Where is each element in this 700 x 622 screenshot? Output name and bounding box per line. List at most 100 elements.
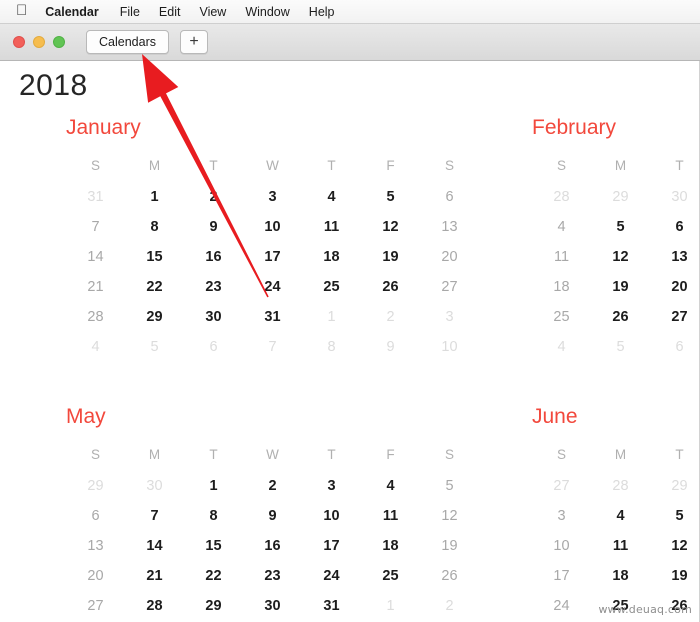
day-cell[interactable]: 31 xyxy=(243,302,302,332)
day-cell[interactable]: 14 xyxy=(125,531,184,561)
day-cell[interactable]: 30 xyxy=(243,591,302,621)
menu-item-edit[interactable]: Edit xyxy=(159,5,181,19)
day-cell[interactable]: 13 xyxy=(66,531,125,561)
day-cell[interactable]: 7 xyxy=(66,212,125,242)
day-cell[interactable]: 5 xyxy=(361,182,420,212)
day-cell[interactable]: 20 xyxy=(420,242,479,272)
day-cell[interactable]: 2 xyxy=(243,471,302,501)
day-cell[interactable]: 31 xyxy=(66,182,125,212)
day-cell[interactable]: 10 xyxy=(532,531,591,561)
day-cell[interactable]: 28 xyxy=(66,302,125,332)
day-cell[interactable]: 9 xyxy=(243,501,302,531)
day-cell[interactable]: 24 xyxy=(532,591,591,621)
day-cell[interactable]: 4 xyxy=(66,332,125,362)
day-cell[interactable]: 10 xyxy=(302,501,361,531)
day-cell[interactable]: 3 xyxy=(302,471,361,501)
day-cell[interactable]: 1 xyxy=(361,591,420,621)
day-cell[interactable]: 5 xyxy=(420,471,479,501)
day-cell[interactable]: 28 xyxy=(532,182,591,212)
day-cell[interactable]: 29 xyxy=(650,471,699,501)
day-cell[interactable]: 30 xyxy=(650,182,699,212)
day-cell[interactable]: 27 xyxy=(650,302,699,332)
day-cell[interactable]: 1 xyxy=(302,302,361,332)
day-cell[interactable]: 11 xyxy=(302,212,361,242)
day-cell[interactable]: 4 xyxy=(302,182,361,212)
day-cell[interactable]: 15 xyxy=(184,531,243,561)
day-cell[interactable]: 17 xyxy=(532,561,591,591)
menu-item-view[interactable]: View xyxy=(199,5,226,19)
month-grid-february[interactable]: SMTWTFS282930311234567891011121314151617… xyxy=(532,152,699,362)
month-grid-may[interactable]: S M T W T F S 29 30 1 2 3 4 5 6 7 8 9 10 11 12 13 14 15 16 17 18 19… xyxy=(66,441,479,621)
day-cell[interactable]: 11 xyxy=(361,501,420,531)
day-cell[interactable]: 2 xyxy=(361,302,420,332)
day-cell[interactable]: 12 xyxy=(361,212,420,242)
day-cell[interactable]: 1 xyxy=(125,182,184,212)
day-cell[interactable]: 1 xyxy=(184,471,243,501)
day-cell[interactable]: 24 xyxy=(302,561,361,591)
day-cell[interactable]: 4 xyxy=(532,212,591,242)
day-cell[interactable]: 14 xyxy=(66,242,125,272)
day-cell[interactable]: 30 xyxy=(184,302,243,332)
day-cell[interactable]: 31 xyxy=(302,591,361,621)
day-cell[interactable]: 21 xyxy=(66,272,125,302)
day-cell[interactable]: 4 xyxy=(532,332,591,362)
day-cell[interactable]: 4 xyxy=(591,501,650,531)
day-cell[interactable]: 30 xyxy=(125,471,184,501)
day-cell[interactable]: 5 xyxy=(591,212,650,242)
day-cell[interactable]: 19 xyxy=(361,242,420,272)
day-cell[interactable]: 19 xyxy=(420,531,479,561)
day-cell[interactable]: 29 xyxy=(66,471,125,501)
day-cell[interactable]: 29 xyxy=(591,182,650,212)
day-cell[interactable]: 20 xyxy=(66,561,125,591)
calendars-button[interactable]: Calendars xyxy=(86,30,169,54)
day-cell[interactable]: 6 xyxy=(66,501,125,531)
day-cell[interactable]: 26 xyxy=(361,272,420,302)
day-cell[interactable]: 3 xyxy=(243,182,302,212)
day-cell[interactable]: 3 xyxy=(532,501,591,531)
day-cell[interactable]: 7 xyxy=(125,501,184,531)
day-cell[interactable]: 27 xyxy=(420,272,479,302)
day-cell[interactable]: 17 xyxy=(302,531,361,561)
day-cell[interactable]: 6 xyxy=(420,182,479,212)
month-title-june[interactable]: June xyxy=(532,405,578,429)
day-cell[interactable]: 13 xyxy=(650,242,699,272)
day-cell[interactable]: 19 xyxy=(650,561,699,591)
day-cell[interactable]: 8 xyxy=(302,332,361,362)
day-cell[interactable]: 20 xyxy=(650,272,699,302)
day-cell[interactable]: 21 xyxy=(125,561,184,591)
day-cell[interactable]: 9 xyxy=(184,212,243,242)
day-cell[interactable]: 25 xyxy=(302,272,361,302)
day-cell[interactable]: 6 xyxy=(184,332,243,362)
day-cell[interactable]: 18 xyxy=(302,242,361,272)
day-cell[interactable]: 27 xyxy=(66,591,125,621)
day-cell[interactable]: 2 xyxy=(420,591,479,621)
day-cell[interactable]: 23 xyxy=(184,272,243,302)
day-cell[interactable]: 29 xyxy=(125,302,184,332)
day-cell[interactable]: 17 xyxy=(243,242,302,272)
day-cell[interactable]: 24 xyxy=(243,272,302,302)
day-cell[interactable]: 7 xyxy=(243,332,302,362)
day-cell[interactable]: 16 xyxy=(243,531,302,561)
day-cell[interactable]: 13 xyxy=(420,212,479,242)
day-cell[interactable]: 22 xyxy=(125,272,184,302)
menu-item-file[interactable]: File xyxy=(120,5,140,19)
day-cell[interactable]: 8 xyxy=(125,212,184,242)
day-cell[interactable]: 18 xyxy=(532,272,591,302)
day-cell[interactable]: 9 xyxy=(361,332,420,362)
day-cell[interactable]: 16 xyxy=(184,242,243,272)
menu-item-help[interactable]: Help xyxy=(309,5,335,19)
menu-item-window[interactable]: Window xyxy=(245,5,289,19)
menu-item-calendar[interactable]: Calendar xyxy=(45,5,99,19)
month-title-may[interactable]: May xyxy=(66,405,106,429)
month-title-february[interactable]: February xyxy=(532,116,616,140)
add-event-button[interactable]: + xyxy=(179,30,208,54)
day-cell[interactable]: 12 xyxy=(650,531,699,561)
day-cell[interactable]: 6 xyxy=(650,212,699,242)
month-grid-june[interactable]: SMTWTFS272829303112345678910111213141516… xyxy=(532,441,699,621)
day-cell[interactable]: 12 xyxy=(591,242,650,272)
day-cell[interactable]: 10 xyxy=(420,332,479,362)
day-cell[interactable]: 11 xyxy=(532,242,591,272)
apple-logo-icon[interactable]:  xyxy=(16,3,27,18)
day-cell[interactable]: 25 xyxy=(532,302,591,332)
day-cell[interactable]: 4 xyxy=(361,471,420,501)
